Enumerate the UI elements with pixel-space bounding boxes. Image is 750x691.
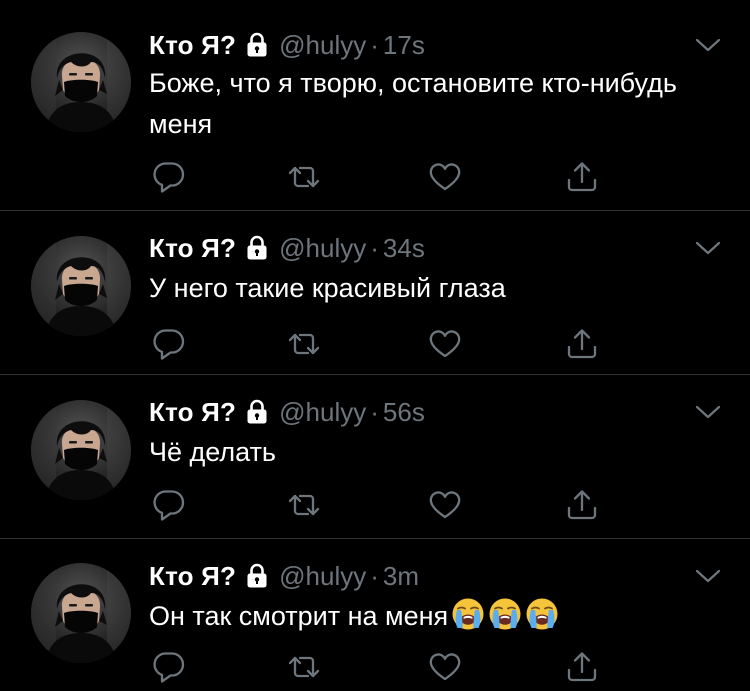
retweet-icon[interactable] <box>287 650 321 684</box>
reply-icon[interactable] <box>152 160 186 194</box>
tweet[interactable]: Кто Я? @hulyy · 17s Боже, что я творю, о… <box>0 0 750 210</box>
chevron-down-icon[interactable] <box>694 403 722 421</box>
share-icon[interactable] <box>565 327 599 361</box>
retweet-icon[interactable] <box>287 488 321 522</box>
separator: · <box>370 232 379 263</box>
display-name[interactable]: Кто Я? <box>149 561 236 592</box>
chevron-down-icon[interactable] <box>694 567 722 585</box>
tweet-header: Кто Я? @hulyy · 56s <box>149 395 425 429</box>
handle[interactable]: @hulyy <box>279 561 366 592</box>
tweet-text: Чё делать <box>149 437 276 467</box>
tweet-header: Кто Я? @hulyy · 17s <box>149 28 425 62</box>
heart-icon[interactable] <box>428 160 462 194</box>
lock-icon <box>246 399 268 425</box>
heart-icon[interactable] <box>428 327 462 361</box>
tweet-text: У него такие красивый глаза <box>149 273 506 303</box>
avatar[interactable] <box>31 236 131 336</box>
avatar[interactable] <box>31 32 131 132</box>
avatar[interactable] <box>31 400 131 500</box>
display-name[interactable]: Кто Я? <box>149 397 236 428</box>
share-icon[interactable] <box>565 160 599 194</box>
handle[interactable]: @hulyy <box>279 30 366 61</box>
display-name[interactable]: Кто Я? <box>149 30 236 61</box>
tweet-feed: Кто Я? @hulyy · 17s Боже, что я творю, о… <box>0 0 750 690</box>
tweet-actions <box>149 160 609 194</box>
handle[interactable]: @hulyy <box>279 233 366 264</box>
chevron-down-icon[interactable] <box>694 239 722 257</box>
loudly-crying-face-icon <box>451 597 485 631</box>
lock-icon <box>246 32 268 58</box>
tweet-actions <box>149 327 609 361</box>
heart-icon[interactable] <box>428 488 462 522</box>
share-icon[interactable] <box>565 650 599 684</box>
lock-icon <box>246 563 268 589</box>
tweet-text: Он так смотрит на меня <box>149 596 689 637</box>
chevron-down-icon[interactable] <box>694 36 722 54</box>
tweet-text: Боже, что я творю, остановите кто-нибудь… <box>149 68 677 139</box>
separator: · <box>370 396 379 427</box>
handle[interactable]: @hulyy <box>279 397 366 428</box>
tweet-actions <box>149 488 609 522</box>
retweet-icon[interactable] <box>287 160 321 194</box>
tweet[interactable]: Кто Я? @hulyy · 56s Чё делать <box>0 374 750 539</box>
timestamp[interactable]: 34s <box>383 233 425 264</box>
tweet-header: Кто Я? @hulyy · 34s <box>149 231 425 265</box>
display-name[interactable]: Кто Я? <box>149 233 236 264</box>
lock-icon <box>246 235 268 261</box>
loudly-crying-face-icon <box>525 597 559 631</box>
tweet[interactable]: Кто Я? @hulyy · 34s У него такие красивы… <box>0 210 750 375</box>
separator: · <box>370 29 379 60</box>
tweet-text-body: Он так смотрит на меня <box>149 601 449 631</box>
loudly-crying-face-icon <box>488 597 522 631</box>
timestamp[interactable]: 56s <box>383 397 425 428</box>
separator: · <box>370 560 379 591</box>
tweet-header: Кто Я? @hulyy · 3m <box>149 559 419 593</box>
reply-icon[interactable] <box>152 327 186 361</box>
tweet[interactable]: Кто Я? @hulyy · 3m Он так смотрит на мен… <box>0 538 750 691</box>
tweet-actions <box>149 650 609 684</box>
reply-icon[interactable] <box>152 650 186 684</box>
timestamp[interactable]: 3m <box>383 561 419 592</box>
heart-icon[interactable] <box>428 650 462 684</box>
reply-icon[interactable] <box>152 488 186 522</box>
share-icon[interactable] <box>565 488 599 522</box>
timestamp[interactable]: 17s <box>383 30 425 61</box>
retweet-icon[interactable] <box>287 327 321 361</box>
avatar[interactable] <box>31 563 131 663</box>
